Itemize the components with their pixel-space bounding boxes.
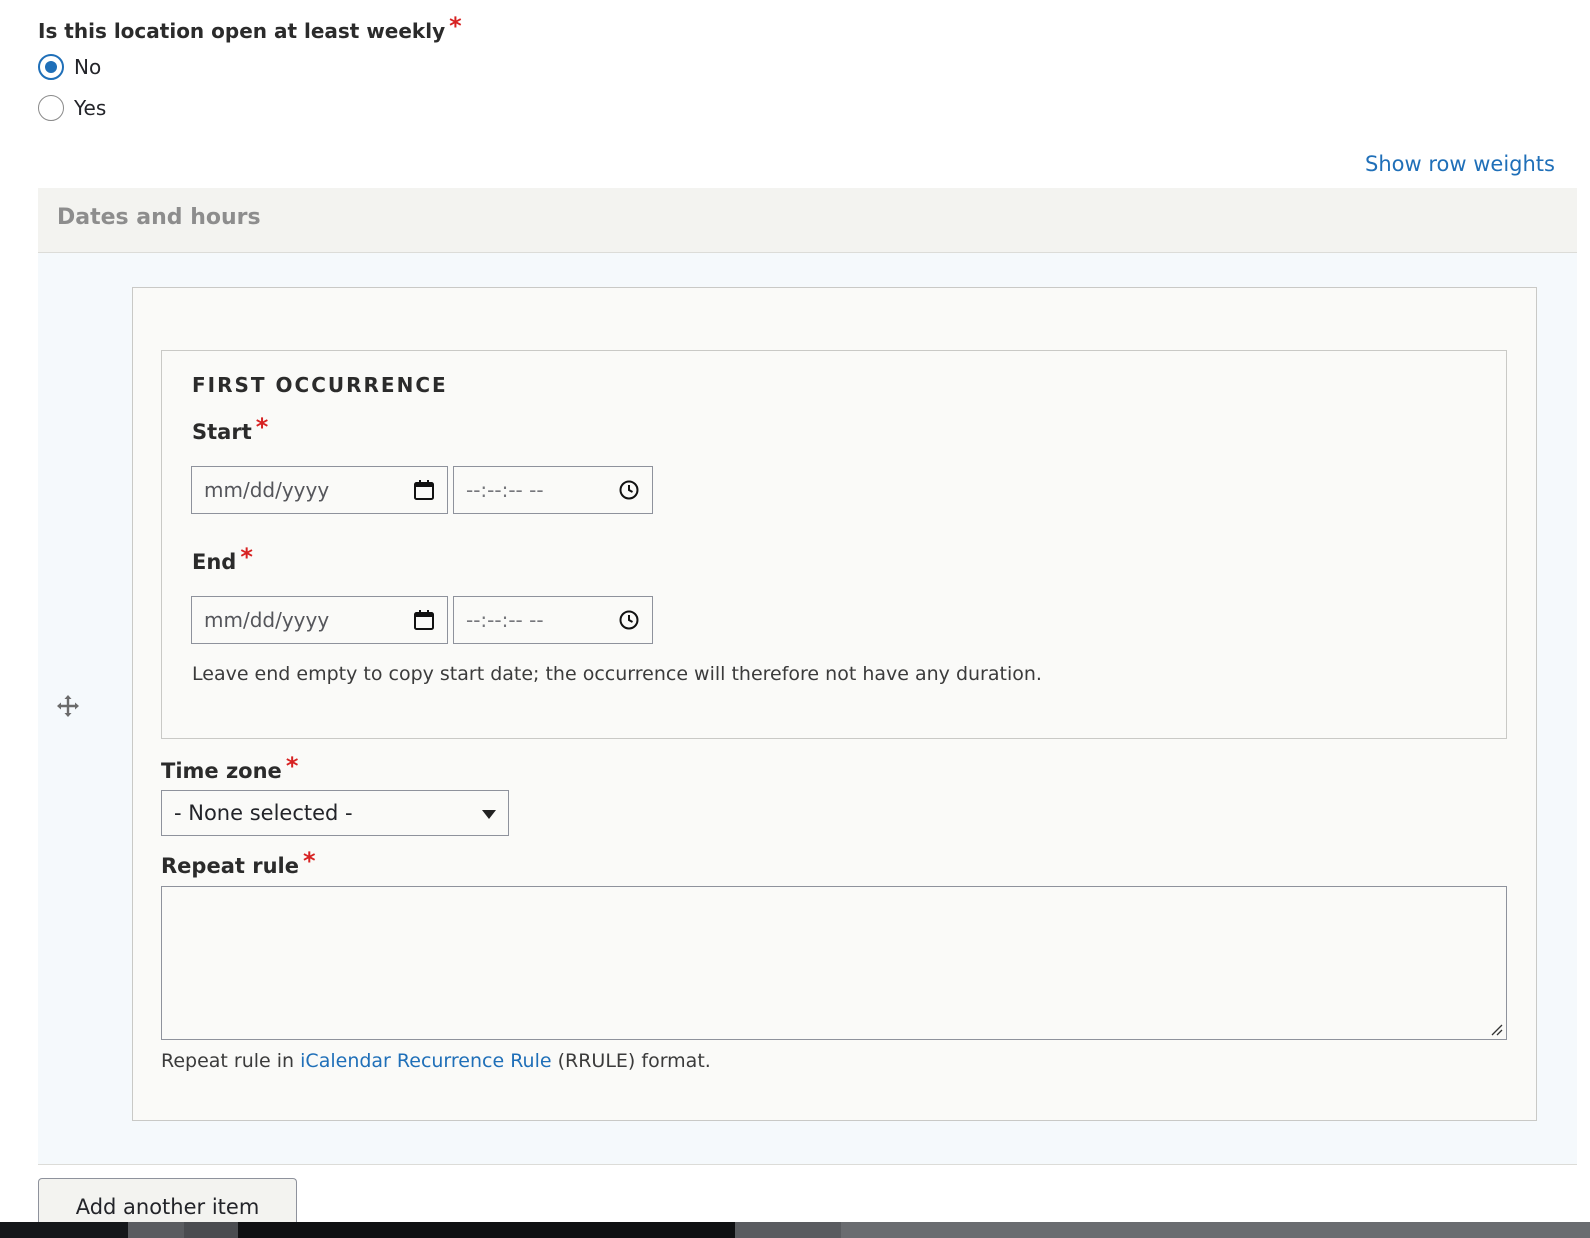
timezone-label: Time zone * [161, 752, 298, 784]
taskbar-segment [0, 1222, 128, 1238]
required-marker: * [255, 413, 269, 441]
end-date-input[interactable]: mm/dd/yyyy [191, 596, 448, 644]
end-label-text: End [192, 550, 237, 574]
start-date-placeholder: mm/dd/yyyy [204, 478, 330, 502]
radio-yes-label[interactable]: Yes [74, 96, 106, 120]
required-marker: * [240, 543, 253, 571]
repeat-rule-label: Repeat rule * [161, 847, 316, 879]
clock-icon[interactable] [618, 609, 640, 631]
radio-option-no[interactable]: No [38, 54, 101, 80]
repeat-rule-textarea[interactable] [161, 886, 1507, 1040]
end-time-input[interactable]: --:--:-- -- [453, 596, 653, 644]
first-occurrence-fieldset: FIRST OCCURRENCE Start * mm/dd/yyyy --:--… [161, 350, 1507, 739]
required-marker: * [449, 12, 462, 40]
icalendar-rrule-link[interactable]: iCalendar Recurrence Rule [300, 1050, 551, 1072]
clock-icon[interactable] [618, 479, 640, 501]
taskbar-segment [184, 1222, 238, 1238]
taskbar [0, 1222, 1590, 1238]
weekly-question-label: Is this location open at least weekly * [38, 12, 462, 44]
table-header: Dates and hours [38, 188, 1577, 253]
calendar-icon[interactable] [413, 609, 435, 631]
radio-no[interactable] [38, 54, 64, 80]
repeat-rule-label-text: Repeat rule [161, 854, 299, 878]
taskbar-segment [735, 1222, 841, 1238]
calendar-icon[interactable] [413, 479, 435, 501]
taskbar-segment [841, 1222, 1590, 1238]
required-marker: * [285, 752, 299, 780]
radio-yes[interactable] [38, 95, 64, 121]
required-marker: * [302, 847, 316, 875]
dropdown-arrow-icon [482, 810, 496, 819]
drag-handle-icon[interactable] [56, 694, 80, 718]
show-row-weights-link[interactable]: Show row weights [1365, 152, 1555, 176]
start-time-input[interactable]: --:--:-- -- [453, 466, 653, 514]
end-date-placeholder: mm/dd/yyyy [204, 608, 330, 632]
item-container: FIRST OCCURRENCE Start * mm/dd/yyyy --:--… [132, 287, 1537, 1121]
repeat-rule-desc-prefix: Repeat rule in [161, 1050, 301, 1072]
timezone-selected-value: - None selected - [174, 801, 353, 825]
repeat-rule-desc-suffix: (RRULE) format. [551, 1050, 711, 1072]
timezone-select[interactable]: - None selected - [161, 790, 509, 836]
end-time-placeholder: --:--:-- -- [466, 608, 544, 632]
timezone-label-text: Time zone [161, 759, 282, 783]
repeat-rule-description: Repeat rule in iCalendar Recurrence Rule… [161, 1050, 711, 1072]
radio-option-yes[interactable]: Yes [38, 95, 106, 121]
end-description: Leave end empty to copy start date; the … [192, 663, 1042, 685]
radio-no-label[interactable]: No [74, 55, 101, 79]
start-time-placeholder: --:--:-- -- [466, 478, 544, 502]
table-row: FIRST OCCURRENCE Start * mm/dd/yyyy --:--… [38, 253, 1577, 1165]
end-label: End * [192, 543, 253, 575]
taskbar-segment [238, 1222, 735, 1238]
start-date-input[interactable]: mm/dd/yyyy [191, 466, 448, 514]
resize-handle-icon[interactable] [1489, 1022, 1503, 1036]
taskbar-segment [128, 1222, 184, 1238]
start-label: Start * [192, 413, 268, 445]
table-header-title: Dates and hours [57, 205, 261, 230]
first-occurrence-legend: FIRST OCCURRENCE [192, 373, 448, 397]
weekly-question-text: Is this location open at least weekly [38, 19, 446, 43]
start-label-text: Start [192, 420, 252, 444]
